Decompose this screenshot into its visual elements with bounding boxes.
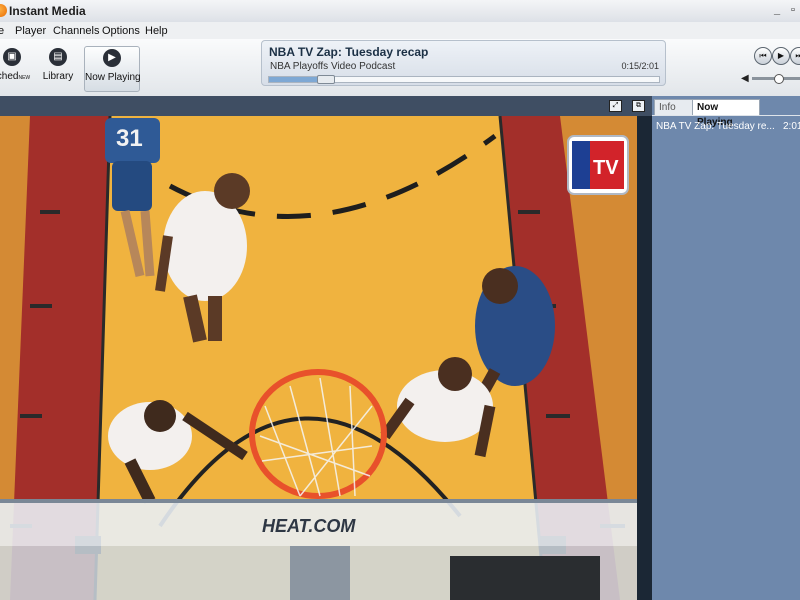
- fullscreen-icon[interactable]: ⤢: [609, 100, 622, 112]
- list-item-duration: 2:01: [783, 121, 800, 132]
- seek-bar[interactable]: [268, 75, 660, 84]
- play-button[interactable]: ▶: [772, 47, 790, 65]
- volume-icon: ◀: [741, 73, 749, 84]
- library-icon: ▤: [49, 48, 67, 66]
- track-time: 0:15/2:01: [621, 61, 659, 71]
- menu-item-player[interactable]: Player: [15, 25, 46, 37]
- library-button[interactable]: ▤ Library: [40, 46, 76, 90]
- play-circle-icon: ▶: [103, 49, 121, 67]
- video-scroll-edge: [637, 116, 652, 600]
- now-playing-display: NBA TV Zap: Tuesday recap NBA Playoffs V…: [261, 40, 666, 86]
- seek-thumb[interactable]: [317, 75, 336, 84]
- now-playing-label: Now Playing: [85, 72, 141, 83]
- menu-item-file[interactable]: e: [0, 25, 4, 37]
- video-frame: 31 HEAT.COM TV: [0, 116, 637, 600]
- track-subtitle: NBA Playoffs Video Podcast: [270, 61, 396, 72]
- svg-text:TV: TV: [593, 157, 619, 179]
- track-title: NBA TV Zap: Tuesday recap: [269, 45, 429, 59]
- video-header: ⤢ ⧉: [0, 96, 652, 116]
- watched-label: tched: [0, 71, 19, 82]
- previous-button[interactable]: ⏮: [754, 47, 772, 65]
- watched-icon: ▣: [3, 48, 21, 66]
- menu-item-options[interactable]: Options: [102, 25, 140, 37]
- menu-item-channels[interactable]: Channels: [53, 25, 99, 37]
- menu-bar: e Player Channels Options Help: [0, 22, 800, 39]
- title-bar: Instant Media _ ▫: [0, 0, 800, 23]
- side-panel: Info Now Playing NBA TV Zap: Tuesday re.…: [652, 96, 800, 600]
- list-item[interactable]: NBA TV Zap: Tuesday re... 2:01: [652, 120, 800, 134]
- watched-button[interactable]: ▣ tchedNEW: [0, 46, 30, 90]
- video-player[interactable]: 31 HEAT.COM TV: [0, 116, 637, 600]
- svg-text:31: 31: [116, 125, 143, 152]
- restore-button[interactable]: ▫: [786, 3, 800, 17]
- watched-badge: NEW: [18, 75, 31, 81]
- popout-icon[interactable]: ⧉: [632, 100, 645, 112]
- now-playing-button[interactable]: ▶ Now Playing: [84, 46, 141, 92]
- window-title: Instant Media: [9, 4, 86, 18]
- volume-slider[interactable]: [752, 74, 800, 84]
- tab-divider: [652, 115, 800, 116]
- app-logo-icon: [0, 4, 7, 17]
- list-item-title: NBA TV Zap: Tuesday re...: [656, 121, 775, 132]
- tab-now-playing[interactable]: Now Playing: [692, 99, 760, 128]
- menu-item-help[interactable]: Help: [145, 25, 168, 37]
- nba-tv-logo: TV: [567, 135, 629, 195]
- seek-bar-fill: [269, 77, 318, 82]
- sponsor-text: HEAT.COM: [262, 516, 356, 536]
- library-label: Library: [42, 71, 74, 82]
- minimize-button[interactable]: _: [770, 3, 784, 17]
